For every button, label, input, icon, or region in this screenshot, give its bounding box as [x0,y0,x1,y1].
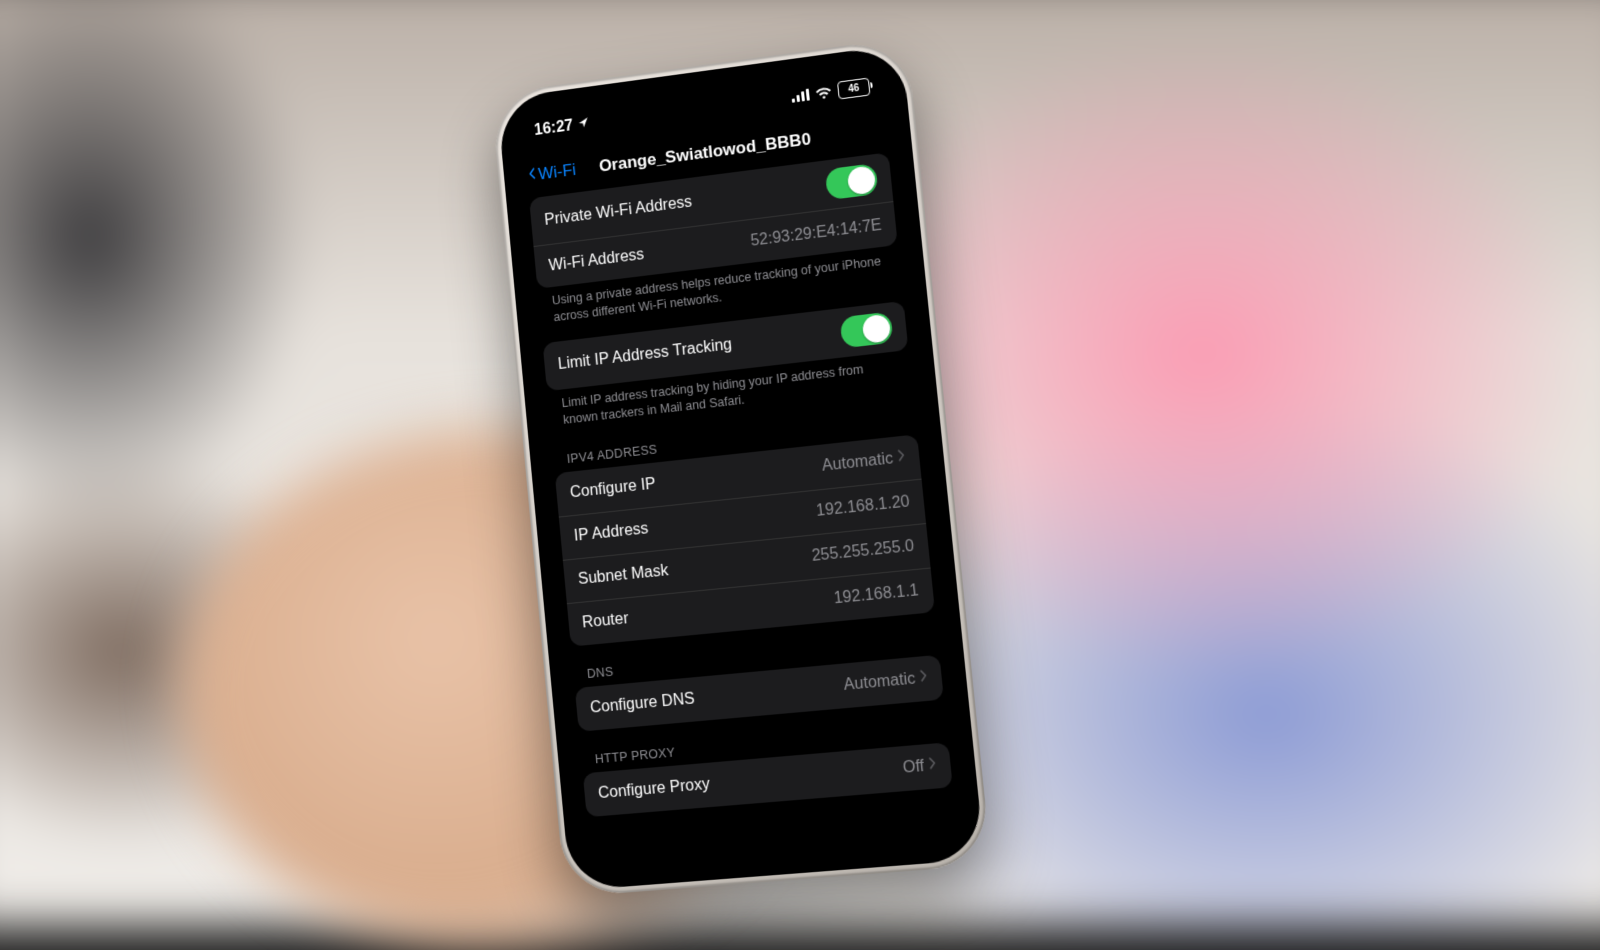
wifi-address-value: 52:93:29:E4:14:7E [750,216,883,250]
battery-indicator: 46 [837,78,871,100]
ip-address-value: 192.168.1.20 [815,493,910,521]
status-time: 16:27 [533,117,573,140]
private-wifi-label: Private Wi-Fi Address [544,193,693,229]
subnet-mask-label: Subnet Mask [577,562,669,589]
configure-proxy-value: Off [902,757,925,777]
phone-screen: 16:27 [507,55,973,880]
cellular-signal-icon [791,89,810,103]
location-icon [577,115,590,134]
limit-ip-toggle[interactable] [840,311,894,348]
configure-proxy-label: Configure Proxy [597,775,710,802]
chevron-right-icon [896,448,906,468]
private-wifi-toggle[interactable] [825,163,879,200]
phone-frame: 16:27 [491,37,992,897]
configure-ip-label: Configure IP [569,475,656,502]
chevron-right-icon [927,756,937,776]
battery-percent: 46 [848,82,860,94]
ip-address-label: IP Address [573,520,649,545]
router-value: 192.168.1.1 [833,582,920,608]
limit-ip-label: Limit IP Address Tracking [557,336,733,374]
chevron-right-icon [918,668,928,688]
configure-dns-label: Configure DNS [589,690,695,717]
router-label: Router [581,610,629,632]
wifi-address-label: Wi-Fi Address [548,246,645,275]
configure-dns-value: Automatic [843,670,916,695]
wifi-icon [815,85,833,100]
settings-content: Private Wi-Fi Address Wi-Fi Address 52:9… [516,149,967,818]
configure-ip-value: Automatic [821,450,894,476]
subnet-mask-value: 255.255.255.0 [811,538,915,566]
